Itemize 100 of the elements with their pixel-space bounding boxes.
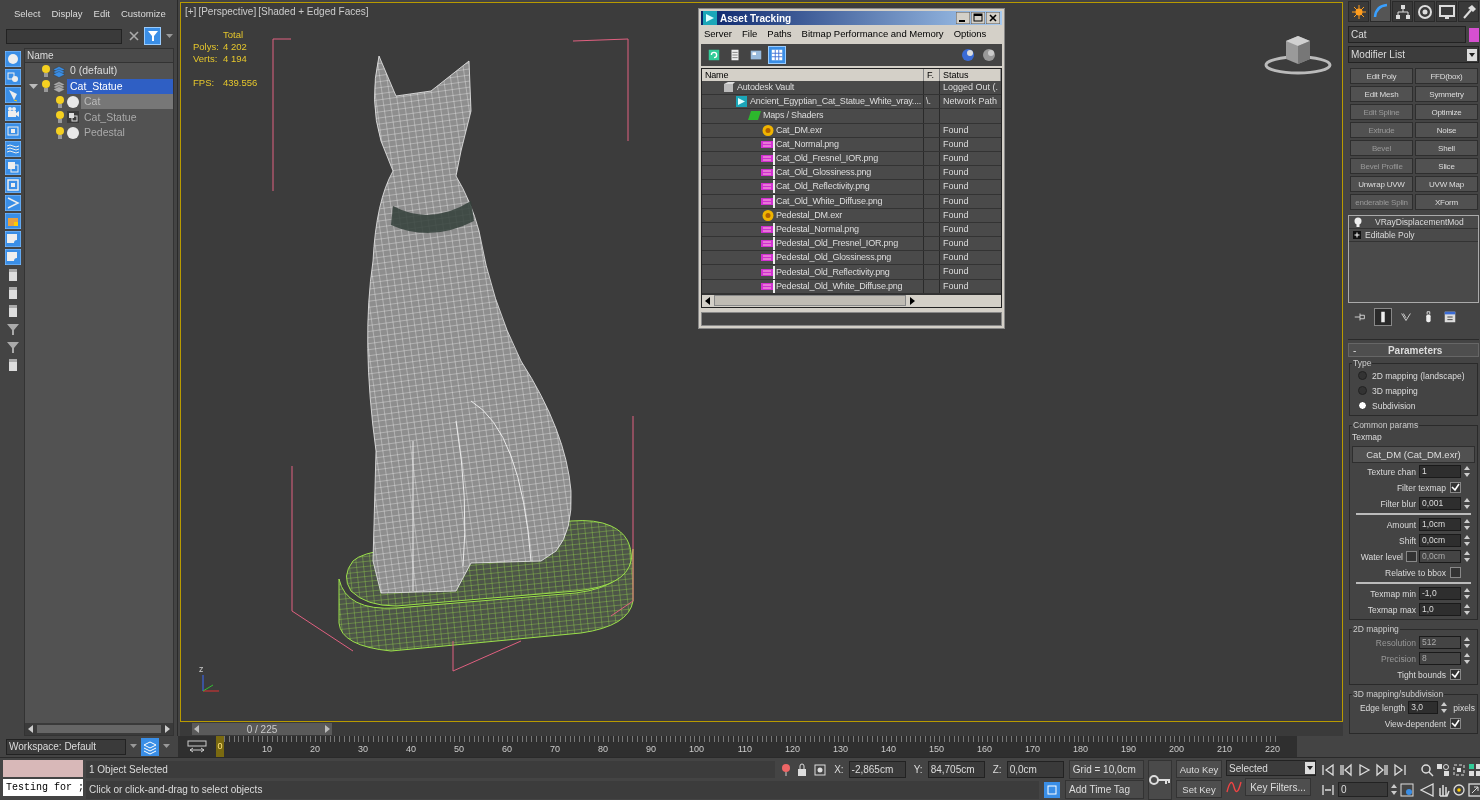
asset-name[interactable]: Maps / Shaders: [763, 109, 824, 123]
zoom-extents-icon[interactable]: [1452, 762, 1466, 777]
asset-name[interactable]: Cat_DM.exr: [776, 123, 822, 137]
modifier-button[interactable]: XForm: [1415, 194, 1478, 210]
motion-tab[interactable]: [1414, 1, 1435, 22]
spinner-arrows-icon[interactable]: [1463, 603, 1471, 616]
radio-button[interactable]: 2D mapping (landscape): [1352, 368, 1475, 383]
modifier-button[interactable]: Edit Poly: [1350, 68, 1413, 84]
add-time-tag-button[interactable]: Add Time Tag: [1065, 780, 1144, 799]
utilities-tab[interactable]: [1458, 1, 1479, 22]
asset-name[interactable]: Pedestal_Old_Glossiness.png: [776, 251, 892, 265]
help-icon[interactable]: [981, 47, 997, 63]
key-mode-icon[interactable]: [1320, 782, 1336, 797]
stack-item[interactable]: VRayDisplacementMod: [1367, 217, 1464, 227]
lightbulb-icon[interactable]: [1353, 217, 1363, 227]
spinner-arrows-icon[interactable]: [1463, 465, 1471, 478]
asset-name[interactable]: Cat_Old_White_Diffuse.png: [776, 194, 883, 208]
next-frame-icon[interactable]: [1374, 762, 1390, 777]
radio-button[interactable]: Subdivision: [1352, 398, 1475, 413]
key-icon[interactable]: [1149, 774, 1171, 786]
horizontal-scrollbar[interactable]: [25, 723, 173, 735]
pan-icon[interactable]: [1436, 782, 1450, 797]
scroll-right-icon[interactable]: [908, 296, 916, 305]
group-filter-icon[interactable]: [5, 159, 21, 175]
spinner-arrows-icon[interactable]: [1440, 701, 1449, 714]
spinner-field[interactable]: 0,001: [1419, 497, 1461, 510]
coordinate-field[interactable]: -2,865cm: [848, 761, 906, 778]
set-key-toggle[interactable]: [1148, 760, 1172, 800]
go-to-start-icon[interactable]: [1320, 762, 1336, 777]
spinner-arrows-icon[interactable]: [1463, 636, 1471, 649]
modifier-button[interactable]: Shell: [1415, 140, 1478, 156]
menu-item[interactable]: Display: [51, 8, 83, 22]
refresh-icon[interactable]: [706, 47, 722, 63]
asset-name[interactable]: Cat_Old_Reflectivity.png: [776, 180, 870, 194]
wave-filter-icon[interactable]: [5, 141, 21, 157]
scroll-left-icon[interactable]: [27, 725, 35, 733]
bone-filter-icon[interactable]: [5, 195, 21, 211]
table-icon[interactable]: [769, 47, 785, 63]
column-header[interactable]: Status: [940, 69, 1001, 81]
viewport-label[interactable]: [Shaded + Edged Faces]: [258, 6, 369, 17]
spinner-field[interactable]: 1,0cm: [1419, 518, 1461, 531]
column-header[interactable]: F.: [924, 69, 940, 81]
zoom-all-icon[interactable]: [1436, 762, 1450, 777]
spinner-arrows-icon[interactable]: [1463, 518, 1471, 531]
play-icon[interactable]: [1356, 762, 1372, 777]
go-to-end-icon[interactable]: [1392, 762, 1408, 777]
lightbulb-icon[interactable]: [55, 110, 65, 125]
menu-item[interactable]: Paths: [767, 28, 792, 39]
key-mode-dropdown[interactable]: Selected: [1226, 760, 1316, 776]
maximize-viewport-icon[interactable]: [1468, 782, 1480, 797]
curve-editor-icon[interactable]: [187, 739, 207, 754]
cat-statue-drawing[interactable]: [338, 55, 634, 652]
modifier-button[interactable]: UVW Map: [1415, 176, 1478, 192]
scroll-right-icon[interactable]: [163, 725, 171, 733]
column-header[interactable]: Name: [702, 69, 924, 81]
object-color-swatch[interactable]: [1469, 27, 1479, 42]
zoom-icon[interactable]: [1420, 762, 1434, 777]
asset-name[interactable]: Cat_Normal.png: [776, 137, 839, 151]
frame-filter-icon[interactable]: [5, 177, 21, 193]
menu-item[interactable]: Options: [953, 28, 987, 39]
menu-item[interactable]: Customize: [120, 8, 166, 22]
spinner-arrows-icon[interactable]: [1463, 534, 1471, 547]
lock-icon[interactable]: [796, 762, 808, 777]
object-name-field[interactable]: Cat: [1348, 26, 1466, 43]
modifier-button[interactable]: Symmetry: [1415, 86, 1478, 102]
previous-arrow-icon[interactable]: [194, 725, 200, 733]
lightbulb-icon[interactable]: [55, 94, 65, 109]
current-frame-field[interactable]: 0: [1338, 782, 1388, 797]
time-slider-thumb[interactable]: 0 / 225: [192, 723, 332, 735]
xref-filter-icon[interactable]: [5, 231, 21, 247]
spinner-field[interactable]: 3,0: [1408, 701, 1439, 714]
next-arrow-icon[interactable]: [324, 725, 330, 733]
menu-item[interactable]: Server: [704, 28, 732, 39]
shapes-filter-icon[interactable]: [5, 69, 21, 85]
isolate-pin-icon[interactable]: [780, 762, 792, 777]
spinner-arrows-icon[interactable]: [1463, 652, 1471, 665]
coordinate-field[interactable]: 0,0cm: [1006, 761, 1064, 778]
checkbox[interactable]: View-dependent: [1384, 718, 1461, 729]
zoom-extents-all-icon[interactable]: [1468, 762, 1480, 777]
search-field[interactable]: [6, 28, 122, 44]
auto-key-button[interactable]: Auto Key: [1176, 760, 1222, 778]
spinner-field[interactable]: 0,0cm: [1419, 534, 1461, 547]
tree-item[interactable]: 0 (default): [67, 63, 173, 79]
curve-icon[interactable]: [1226, 780, 1242, 794]
scroll-left-icon[interactable]: [704, 296, 712, 305]
asset-name[interactable]: Pedestal_Old_Fresnel_IOR.png: [776, 237, 898, 251]
modifier-button[interactable]: Slice: [1415, 158, 1478, 174]
previous-frame-icon[interactable]: [1338, 762, 1354, 777]
modify-tab[interactable]: [1370, 0, 1391, 22]
asset-name[interactable]: Pedestal_DM.exr: [776, 208, 843, 222]
menu-item[interactable]: Bitmap Performance and Memory: [801, 28, 944, 39]
transform-mode-icon[interactable]: [812, 762, 827, 777]
time-configuration-icon[interactable]: [1400, 782, 1414, 797]
sphere-filter-icon[interactable]: [5, 51, 21, 67]
asset-name[interactable]: Pedestal_Normal.png: [776, 222, 859, 236]
modifier-button[interactable]: Optimize: [1415, 104, 1478, 120]
expand-icon[interactable]: [1353, 231, 1361, 239]
configure-icon[interactable]: [1442, 309, 1458, 325]
tree-item[interactable]: Cat_Statue: [67, 78, 173, 94]
column-header[interactable]: Name: [27, 50, 54, 61]
